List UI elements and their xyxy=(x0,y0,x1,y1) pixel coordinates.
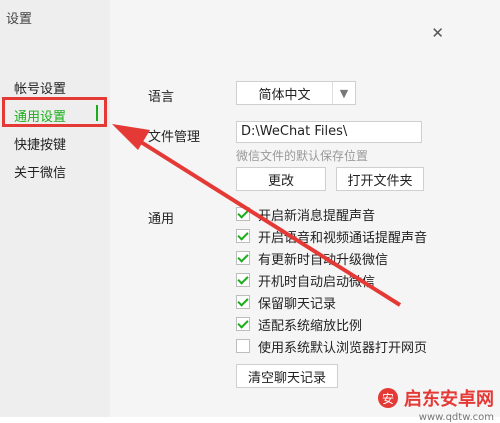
language-label: 语言 xyxy=(148,90,175,105)
option-label: 有更新时自动升级微信 xyxy=(258,252,389,268)
checkbox[interactable] xyxy=(236,273,250,287)
sidebar-item-account[interactable]: 帐号设置 xyxy=(14,78,66,97)
window-title: 设置 xyxy=(6,12,33,27)
chevron-down-icon: ▼ xyxy=(332,82,355,104)
settings-window: 设置 帐号设置 通用设置 快捷按键 关于微信 ✕ 语言 简体中文 ▼ 文件管理 … xyxy=(0,0,500,423)
file-path-value: D:\WeChat Files\ xyxy=(241,124,348,139)
settings-sidebar: 设置 帐号设置 通用设置 快捷按键 关于微信 xyxy=(0,0,110,417)
option-auto-update[interactable]: 有更新时自动升级微信 xyxy=(236,249,389,268)
open-folder-button[interactable]: 打开文件夹 xyxy=(336,167,424,191)
watermark: 安 启东安卓网 www.qdtw.com xyxy=(378,385,494,423)
option-label: 使用系统默认浏览器打开网页 xyxy=(258,340,428,356)
checkbox[interactable] xyxy=(236,207,250,221)
option-label: 开启语音和视频通话提醒声音 xyxy=(258,230,428,246)
watermark-name: 启东安卓网 xyxy=(404,389,494,410)
watermark-logo-icon: 安 xyxy=(378,388,398,408)
language-select-value: 简体中文 xyxy=(258,87,311,103)
option-label: 保留聊天记录 xyxy=(258,296,337,312)
option-system-scaling[interactable]: 适配系统缩放比例 xyxy=(236,315,363,334)
option-label: 开启新消息提醒声音 xyxy=(258,208,376,224)
change-path-button[interactable]: 更改 xyxy=(236,167,326,191)
option-default-browser[interactable]: 使用系统默认浏览器打开网页 xyxy=(236,337,428,356)
checkbox[interactable] xyxy=(236,251,250,265)
checkbox[interactable] xyxy=(236,295,250,309)
option-auto-start[interactable]: 开机时自动启动微信 xyxy=(236,271,376,290)
file-path-hint: 微信文件的默认保存位置 xyxy=(236,149,369,163)
checkbox[interactable] xyxy=(236,229,250,243)
watermark-url: www.qdtw.com xyxy=(418,412,494,423)
sidebar-item-about[interactable]: 关于微信 xyxy=(14,162,66,181)
clear-chat-history-button[interactable]: 清空聊天记录 xyxy=(236,364,338,388)
option-new-message-sound[interactable]: 开启新消息提醒声音 xyxy=(236,205,376,224)
checkbox[interactable] xyxy=(236,317,250,331)
close-icon[interactable]: ✕ xyxy=(431,24,444,42)
sidebar-item-shortcuts[interactable]: 快捷按键 xyxy=(14,134,66,153)
file-path-field[interactable]: D:\WeChat Files\ xyxy=(236,121,422,143)
language-select[interactable]: 简体中文 ▼ xyxy=(236,81,356,105)
option-call-sound[interactable]: 开启语音和视频通话提醒声音 xyxy=(236,227,428,246)
checkbox[interactable] xyxy=(236,339,250,353)
general-label: 通用 xyxy=(148,212,175,227)
option-label: 开机时自动启动微信 xyxy=(258,274,376,290)
file-management-label: 文件管理 xyxy=(148,130,201,145)
option-keep-chat-history[interactable]: 保留聊天记录 xyxy=(236,293,337,312)
option-label: 适配系统缩放比例 xyxy=(258,318,363,334)
annotation-highlight-box xyxy=(2,97,107,127)
